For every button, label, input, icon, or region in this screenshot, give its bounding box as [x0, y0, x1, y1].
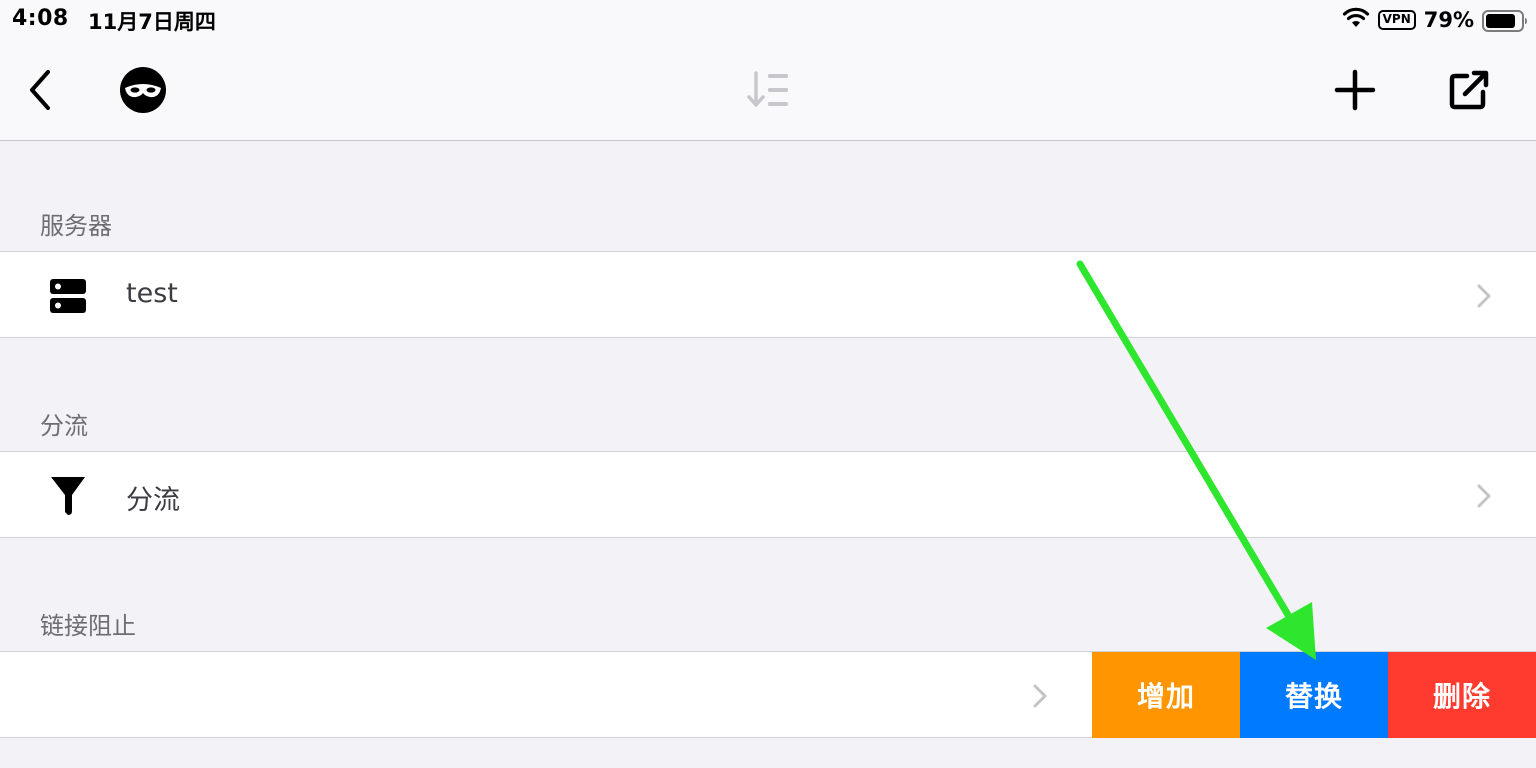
external-link-icon — [1449, 70, 1489, 110]
share-button[interactable] — [1444, 66, 1494, 114]
routing-row[interactable]: 分流 — [0, 451, 1536, 538]
status-bar: 4:08 11月7日周四 VPN 79% — [0, 0, 1536, 40]
section-header-block-links: 链接阻止 — [40, 612, 136, 640]
incognito-mask-icon — [120, 67, 166, 113]
section-header-servers: 服务器 — [40, 212, 112, 240]
block-link-row[interactable]: 增加 替换 删除 — [0, 651, 1536, 738]
navigation-bar — [0, 40, 1536, 141]
routing-row-label: 分流 — [126, 485, 180, 516]
status-time: 4:08 — [12, 6, 69, 31]
sort-descending-icon — [747, 71, 788, 107]
battery-icon — [1482, 10, 1527, 32]
status-date: 11月7日周四 — [88, 10, 216, 34]
delete-action-button[interactable]: 删除 — [1388, 652, 1536, 738]
section-header-routing: 分流 — [40, 412, 88, 440]
funnel-icon — [48, 476, 88, 516]
chevron-right-icon — [1030, 683, 1050, 713]
chevron-right-icon — [1474, 283, 1494, 313]
chevron-right-icon — [1474, 483, 1494, 513]
server-row-label: test — [126, 278, 178, 309]
add-button[interactable] — [1330, 66, 1380, 114]
privacy-mask-button[interactable] — [118, 65, 168, 115]
sort-button[interactable] — [744, 68, 792, 112]
replace-action-button[interactable]: 替换 — [1240, 652, 1388, 738]
vpn-badge: VPN — [1377, 10, 1416, 30]
server-row[interactable]: test — [0, 251, 1536, 338]
chevron-left-icon — [30, 70, 50, 110]
plus-icon — [1334, 69, 1376, 111]
add-action-button[interactable]: 增加 — [1092, 652, 1240, 738]
wifi-icon — [1342, 7, 1370, 33]
status-indicators: VPN 79% — [1342, 6, 1527, 34]
back-button[interactable] — [20, 68, 60, 112]
server-icon — [48, 276, 88, 316]
battery-percent: 79% — [1423, 8, 1474, 32]
block-link-row-content[interactable] — [0, 652, 1092, 737]
